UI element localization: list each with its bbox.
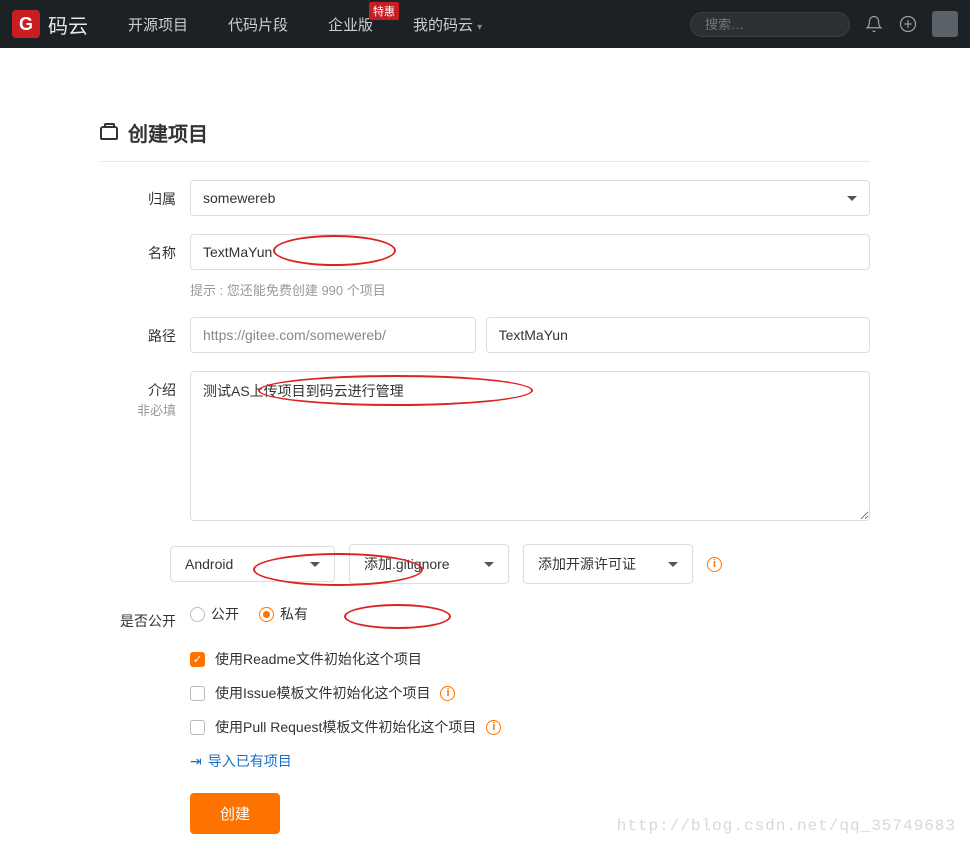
check-readme-label: 使用Readme文件初始化这个项目	[215, 649, 422, 669]
path-prefix: https://gitee.com/somewereb/	[190, 317, 476, 353]
page-title: 创建项目	[128, 118, 208, 147]
bell-icon[interactable]	[864, 14, 884, 34]
page-title-row: 创建项目	[100, 98, 870, 162]
chevron-down-icon	[484, 562, 494, 567]
gitignore-value: 添加.gitignore	[364, 554, 450, 574]
radio-public[interactable]	[190, 607, 205, 622]
gitignore-select[interactable]: 添加.gitignore	[349, 544, 509, 584]
radio-private-label: 私有	[280, 604, 308, 624]
nav-opensource[interactable]: 开源项目	[108, 14, 208, 35]
nav-enterprise-label: 企业版	[328, 17, 373, 34]
nav-menu: 开源项目 代码片段 企业版 特惠 我的码云	[108, 14, 502, 35]
avatar[interactable]	[932, 11, 958, 37]
logo-text: 码云	[48, 10, 88, 39]
check-pr[interactable]	[190, 720, 205, 735]
submit-button[interactable]: 创建	[190, 793, 280, 834]
chevron-down-icon	[847, 196, 857, 201]
info-icon[interactable]: i	[707, 557, 722, 572]
watermark: http://blog.csdn.net/qq_35749683	[617, 817, 956, 835]
public-label: 是否公开	[100, 602, 190, 631]
radio-public-label: 公开	[211, 604, 239, 624]
language-select[interactable]: Android	[170, 546, 335, 582]
intro-label-text: 介绍	[100, 380, 176, 400]
check-issue[interactable]	[190, 686, 205, 701]
search-input[interactable]	[690, 12, 850, 37]
chevron-down-icon	[310, 562, 320, 567]
project-icon	[100, 126, 118, 140]
info-icon[interactable]: i	[486, 720, 501, 735]
owner-select[interactable]: somewereb	[190, 180, 870, 216]
nav-my[interactable]: 我的码云	[393, 14, 502, 35]
intro-textarea[interactable]	[190, 371, 870, 521]
path-label: 路径	[100, 317, 190, 346]
intro-sublabel: 非必填	[100, 400, 176, 419]
import-link-label: 导入已有项目	[208, 751, 292, 771]
license-value: 添加开源许可证	[538, 554, 636, 574]
logo-icon: G	[12, 10, 40, 38]
language-value: Android	[185, 556, 233, 572]
name-input[interactable]	[190, 234, 870, 270]
chevron-down-icon	[668, 562, 678, 567]
radio-private[interactable]	[259, 607, 274, 622]
check-issue-label: 使用Issue模板文件初始化这个项目	[215, 683, 430, 703]
top-nav: G 码云 开源项目 代码片段 企业版 特惠 我的码云	[0, 0, 970, 48]
nav-enterprise[interactable]: 企业版 特惠	[308, 14, 393, 35]
info-icon[interactable]: i	[440, 686, 455, 701]
owner-label: 归属	[100, 180, 190, 209]
name-label: 名称	[100, 234, 190, 263]
check-readme[interactable]	[190, 652, 205, 667]
create-form: 归属 somewereb 名称 提示 : 您还能免费创建 990 个项目 路径 …	[100, 162, 870, 834]
main-container: 创建项目 归属 somewereb 名称 提示 : 您还能免费创建 990 个项…	[90, 98, 880, 834]
intro-label: 介绍 非必填	[100, 371, 190, 419]
owner-value: somewereb	[203, 190, 275, 206]
name-hint: 提示 : 您还能免费创建 990 个项目	[190, 280, 870, 299]
logo[interactable]: G 码云	[12, 10, 88, 39]
path-input[interactable]	[486, 317, 870, 353]
plus-icon[interactable]	[898, 14, 918, 34]
import-link[interactable]: ⇥ 导入已有项目	[190, 751, 870, 771]
check-pr-label: 使用Pull Request模板文件初始化这个项目	[215, 717, 476, 737]
license-select[interactable]: 添加开源许可证	[523, 544, 693, 584]
import-icon: ⇥	[190, 753, 202, 770]
nav-snippets[interactable]: 代码片段	[208, 14, 308, 35]
